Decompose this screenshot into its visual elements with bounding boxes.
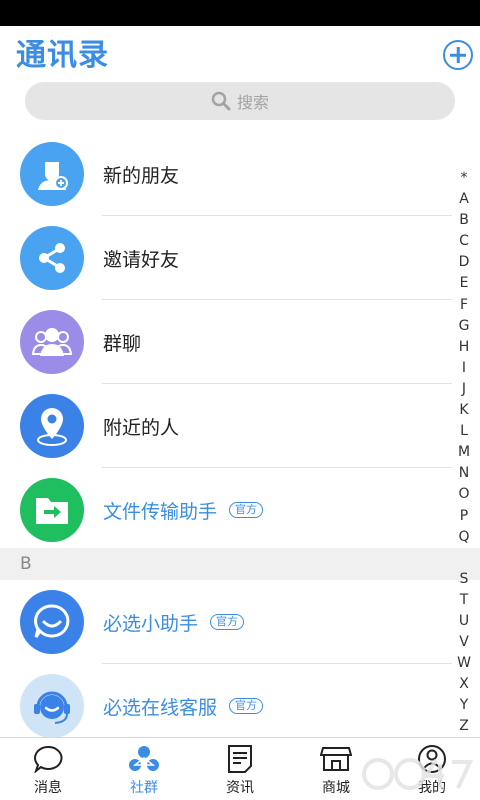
contact-list-b: 必选小助手 官方 必选在线客服 官方	[0, 580, 480, 748]
index-letter[interactable]: H	[452, 337, 476, 358]
contact-list: 新的朋友 邀请好友 群聊 附近的人 文件传输助手 官方	[0, 132, 480, 552]
news-icon	[223, 744, 257, 774]
list-item-text: 必选在线客服	[103, 696, 218, 719]
tab-shop[interactable]: 商城	[288, 738, 384, 800]
index-letter[interactable]: K	[452, 400, 476, 421]
index-letter[interactable]: Y	[452, 695, 476, 716]
index-letter[interactable]: V	[452, 632, 476, 653]
index-letter[interactable]: Q	[452, 527, 476, 548]
index-letter[interactable]: O	[452, 484, 476, 505]
headset-icon	[20, 674, 84, 738]
header: 通讯录	[0, 26, 480, 80]
share-icon	[20, 226, 84, 290]
list-item-label: 文件传输助手 官方	[103, 468, 264, 552]
index-letter[interactable]: W	[452, 653, 476, 674]
tab-news[interactable]: 资讯	[192, 738, 288, 800]
message-icon	[31, 744, 65, 774]
tab-label: 资讯	[226, 780, 254, 796]
index-letter[interactable]: U	[452, 611, 476, 632]
official-badge: 官方	[229, 502, 264, 518]
tab-label: 我的	[418, 780, 446, 796]
group-icon	[20, 310, 84, 374]
index-letter[interactable]: J	[452, 379, 476, 400]
index-letter[interactable]	[452, 548, 476, 569]
location-pin-icon	[20, 394, 84, 458]
list-item-label: 附近的人	[103, 416, 180, 439]
tab-profile[interactable]: 我的	[384, 738, 480, 800]
section-header-b: B	[0, 548, 480, 580]
official-badge: 官方	[229, 698, 264, 714]
index-letter[interactable]: *	[452, 168, 476, 189]
index-letter[interactable]: L	[452, 421, 476, 442]
chat-bubble-icon	[20, 590, 84, 654]
bottom-tab-bar: 消息 社群 资讯 商城 我的	[0, 737, 480, 800]
list-item-text: 文件传输助手	[103, 500, 218, 523]
tab-label: 商城	[322, 780, 350, 796]
list-item-text: 必选小助手	[103, 612, 199, 635]
index-letter[interactable]: S	[452, 569, 476, 590]
index-letter[interactable]: G	[452, 316, 476, 337]
list-item-label: 邀请好友	[103, 248, 180, 271]
status-bar	[0, 0, 480, 26]
index-letter[interactable]: M	[452, 442, 476, 463]
index-letter[interactable]: X	[452, 674, 476, 695]
index-letter[interactable]: C	[452, 231, 476, 252]
index-letter[interactable]: Z	[452, 716, 476, 737]
list-item-group-chat[interactable]: 群聊	[0, 300, 480, 384]
list-item-new-friends[interactable]: 新的朋友	[0, 132, 480, 216]
official-badge: 官方	[210, 614, 245, 630]
index-letter[interactable]: N	[452, 463, 476, 484]
index-letter[interactable]: D	[452, 252, 476, 273]
search-placeholder: 搜索	[236, 93, 269, 112]
index-letter[interactable]: A	[452, 189, 476, 210]
folder-icon	[20, 478, 84, 542]
list-item-label: 必选在线客服 官方	[103, 664, 264, 748]
index-letter[interactable]: T	[452, 590, 476, 611]
index-letter[interactable]: F	[452, 295, 476, 316]
index-letter[interactable]: B	[452, 210, 476, 231]
list-item-label: 群聊	[103, 332, 142, 355]
community-icon	[127, 744, 161, 774]
index-letter[interactable]: I	[452, 358, 476, 379]
search-icon	[211, 91, 231, 111]
list-item-customer-service[interactable]: 必选在线客服 官方	[0, 664, 480, 748]
list-item-label: 必选小助手 官方	[103, 580, 245, 664]
list-item-nearby-people[interactable]: 附近的人	[0, 384, 480, 468]
tab-community[interactable]: 社群	[96, 738, 192, 800]
tab-label: 消息	[34, 780, 62, 796]
list-item-assistant[interactable]: 必选小助手 官方	[0, 580, 480, 664]
profile-icon	[415, 744, 449, 774]
search-input[interactable]: 搜索	[25, 82, 455, 120]
page-title: 通讯录	[16, 38, 109, 73]
tab-messages[interactable]: 消息	[0, 738, 96, 800]
index-letter[interactable]: E	[452, 273, 476, 294]
add-contact-button[interactable]	[443, 40, 473, 70]
shop-icon	[319, 744, 353, 774]
new-friend-icon	[20, 142, 84, 206]
tab-label: 社群	[130, 780, 158, 796]
index-letter[interactable]: P	[452, 506, 476, 527]
list-item-invite-friends[interactable]: 邀请好友	[0, 216, 480, 300]
list-item-label: 新的朋友	[103, 164, 180, 187]
list-item-file-transfer[interactable]: 文件传输助手 官方	[0, 468, 480, 552]
alphabet-index[interactable]: * A B C D E F G H I J K L M N O P Q S T …	[452, 168, 476, 738]
